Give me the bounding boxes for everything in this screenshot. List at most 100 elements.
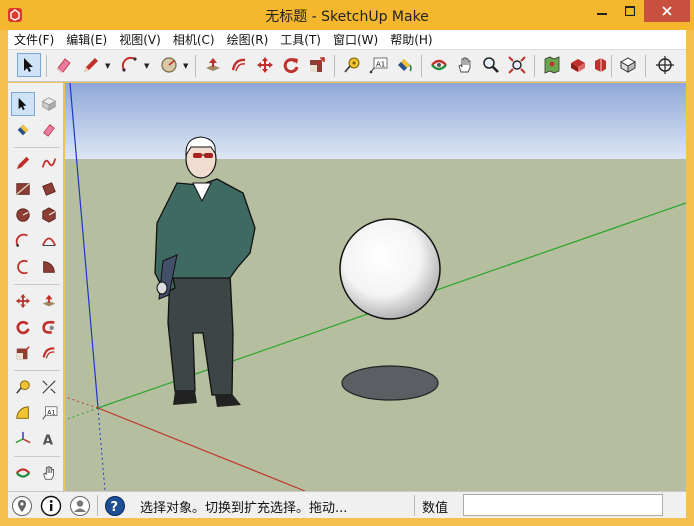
scale-tool-button[interactable] <box>305 53 329 77</box>
maximize-icon <box>625 6 635 16</box>
left-push-pull-button[interactable] <box>37 289 61 313</box>
offset-tool-button[interactable] <box>227 53 251 77</box>
left-pan-button[interactable] <box>37 461 61 485</box>
left-tape-measure-button[interactable] <box>11 375 35 399</box>
shapes-tool-button[interactable] <box>157 53 181 77</box>
paint-bucket-tool-button[interactable] <box>392 53 416 77</box>
left-circle-button[interactable] <box>11 203 35 227</box>
eraser-icon <box>57 58 71 73</box>
zoom-tool-button[interactable] <box>479 53 503 77</box>
line-dropdown-icon[interactable]: ▼ <box>105 62 110 70</box>
text-label-icon: A1 <box>369 57 388 74</box>
menu-camera[interactable]: 相机(C) <box>167 30 221 50</box>
menu-draw[interactable]: 绘图(R) <box>221 30 275 50</box>
paint-bucket-icon <box>398 59 412 72</box>
position-camera-button[interactable] <box>653 53 677 77</box>
geolocation-icon[interactable] <box>11 495 33 517</box>
close-button[interactable] <box>644 0 690 22</box>
left-rotate-button[interactable] <box>11 315 35 339</box>
left-text-button[interactable]: A1 <box>37 401 61 425</box>
menu-window[interactable]: 窗口(W) <box>327 30 384 50</box>
left-select-button[interactable] <box>11 92 35 116</box>
left-eraser-button[interactable] <box>37 118 61 142</box>
menu-view[interactable]: 视图(V) <box>113 30 167 50</box>
text-tool-button[interactable]: A1 <box>366 53 390 77</box>
credits-info-icon[interactable] <box>40 495 62 517</box>
sphere-shadow <box>341 365 439 401</box>
main-toolbar: ▼ ▼ ▼ A1 <box>8 50 686 82</box>
instructor-help-icon[interactable]: ? <box>104 495 126 517</box>
components-button[interactable] <box>616 53 640 77</box>
pencil-icon <box>84 58 98 72</box>
orbit-icon <box>15 468 31 478</box>
left-pie-button[interactable] <box>37 255 61 279</box>
left-rotated-rectangle-button[interactable] <box>37 177 61 201</box>
circle-icon <box>16 208 30 222</box>
paint-bucket-icon <box>17 124 29 136</box>
left-3point-arc-button[interactable] <box>11 255 35 279</box>
left-polygon-button[interactable] <box>37 203 61 227</box>
orbit-tool-button[interactable] <box>427 53 451 77</box>
left-toolbar: A1 A <box>8 83 64 491</box>
rotate-tool-button[interactable] <box>279 53 303 77</box>
left-freehand-button[interactable] <box>37 151 61 175</box>
modeling-viewport[interactable] <box>65 83 686 491</box>
left-2point-arc-button[interactable] <box>37 229 61 253</box>
3d-warehouse-button[interactable] <box>566 53 590 77</box>
add-location-button[interactable] <box>540 53 564 77</box>
left-paint-bucket-button[interactable] <box>11 118 35 142</box>
scale-icon <box>310 57 325 72</box>
map-location-icon <box>544 56 560 74</box>
three-point-arc-icon <box>17 259 28 275</box>
arc-dropdown-icon[interactable]: ▼ <box>144 62 149 70</box>
left-scale-button[interactable] <box>11 341 35 365</box>
two-point-arc-icon <box>41 237 57 246</box>
left-axes-button[interactable] <box>11 427 35 451</box>
left-dimension-button[interactable] <box>37 375 61 399</box>
line-tool-button[interactable] <box>79 53 103 77</box>
measurements-input[interactable] <box>463 494 663 516</box>
arc-icon <box>121 56 137 72</box>
move-icon <box>257 57 273 73</box>
eraser-tool-button[interactable] <box>52 53 76 77</box>
warehouse-icon <box>571 59 585 72</box>
extension-icon <box>595 58 606 72</box>
title-bar[interactable]: 无标题 - SketchUp Make <box>0 0 694 30</box>
left-line-button[interactable] <box>11 151 35 175</box>
left-move-button[interactable] <box>11 289 35 313</box>
pan-tool-button[interactable] <box>453 53 477 77</box>
rotate-icon <box>16 320 30 335</box>
menu-file[interactable]: 文件(F) <box>8 30 60 50</box>
left-protractor-button[interactable] <box>11 401 35 425</box>
left-arc-button[interactable] <box>11 229 35 253</box>
menu-tools[interactable]: 工具(T) <box>274 30 327 50</box>
menu-help[interactable]: 帮助(H) <box>384 30 438 50</box>
select-tool-button[interactable] <box>17 53 41 77</box>
maximize-button[interactable] <box>616 0 644 22</box>
polygon-icon <box>42 207 56 223</box>
zoom-extents-tool-button[interactable] <box>505 53 529 77</box>
arc-tool-button[interactable] <box>118 53 142 77</box>
tape-measure-tool-button[interactable] <box>340 53 364 77</box>
minimize-button[interactable] <box>588 0 616 22</box>
left-offset-button[interactable] <box>37 341 61 365</box>
move-tool-button[interactable] <box>253 53 277 77</box>
left-follow-me-button[interactable] <box>37 315 61 339</box>
eraser-icon <box>43 124 55 137</box>
circle-shape-icon <box>161 57 177 73</box>
left-3d-text-button[interactable]: A <box>37 427 61 451</box>
extension-warehouse-button[interactable] <box>588 53 612 77</box>
components-icon <box>619 57 637 73</box>
left-orbit-button[interactable] <box>11 461 35 485</box>
tape-measure-icon <box>344 57 360 73</box>
scene-canvas[interactable] <box>65 83 686 491</box>
offset-icon <box>42 347 55 359</box>
pie-icon <box>43 261 55 273</box>
left-make-component-button[interactable] <box>37 92 61 116</box>
shapes-dropdown-icon[interactable]: ▼ <box>183 62 188 70</box>
left-rectangle-button[interactable] <box>11 177 35 201</box>
menu-edit[interactable]: 编辑(E) <box>60 30 113 50</box>
push-pull-tool-button[interactable] <box>201 53 225 77</box>
user-account-icon[interactable] <box>69 495 91 517</box>
follow-me-icon <box>42 320 55 334</box>
